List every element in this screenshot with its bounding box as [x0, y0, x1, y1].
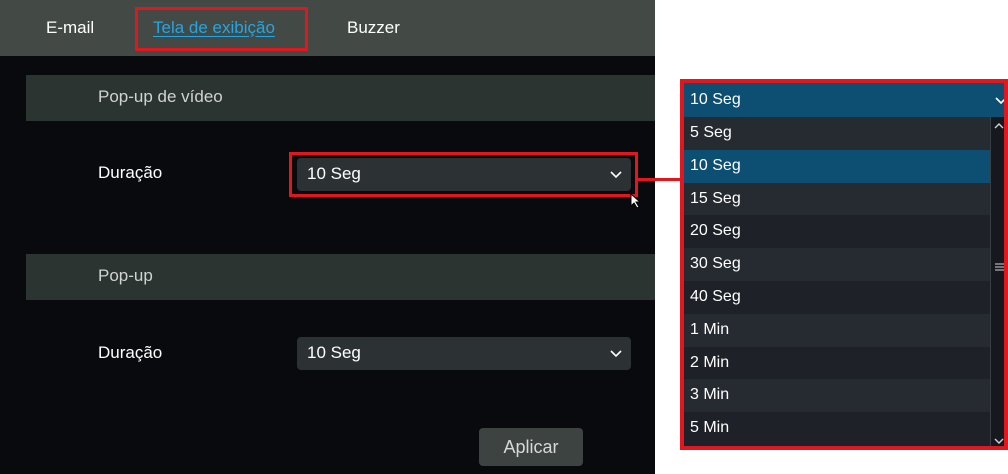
- dropdown-option[interactable]: 40 Seg: [684, 280, 990, 314]
- dropdown-option[interactable]: 5 Seg: [684, 117, 990, 150]
- chevron-down-icon: [995, 97, 1004, 105]
- duration-dropdown-expanded[interactable]: 10 Seg 5 Seg 10 Seg 15 Seg 20 Seg 30 Seg…: [680, 79, 1008, 450]
- tab-bar: E-mail Tela de exibição Buzzer: [0, 0, 655, 56]
- mouse-cursor-icon: [630, 193, 642, 209]
- tab-buzzer[interactable]: Buzzer: [347, 16, 400, 40]
- dropdown-option[interactable]: 20 Seg: [684, 215, 990, 249]
- popup-duration-select[interactable]: 10 Seg: [297, 337, 631, 370]
- dropdown-option[interactable]: 5 Min: [684, 412, 990, 445]
- video-popup-section-header: Pop-up de vídeo: [26, 75, 655, 121]
- dropdown-option[interactable]: 1 Min: [684, 313, 990, 347]
- dropdown-option[interactable]: 3 Min: [684, 379, 990, 413]
- chevron-down-icon: [610, 350, 622, 358]
- popup-title: Pop-up: [98, 266, 153, 285]
- dropdown-option[interactable]: 30 Seg: [684, 248, 990, 281]
- popup-section-header: Pop-up: [26, 254, 655, 300]
- chevron-down-icon[interactable]: [993, 435, 1005, 447]
- dropdown-options: 5 Seg 10 Seg 15 Seg 20 Seg 30 Seg 40 Seg…: [684, 117, 990, 445]
- apply-button[interactable]: Aplicar: [479, 428, 583, 466]
- dropdown-scrollbar[interactable]: [990, 117, 1005, 447]
- callout-connector: [638, 178, 682, 181]
- dropdown-selected-value: 10 Seg: [690, 91, 741, 108]
- tab-email[interactable]: E-mail: [46, 16, 94, 40]
- dropdown-option[interactable]: 2 Min: [684, 346, 990, 380]
- video-popup-duration-label: Duração: [98, 163, 163, 182]
- dropdown-option[interactable]: 15 Seg: [684, 182, 990, 216]
- settings-panel: E-mail Tela de exibição Buzzer Pop-up de…: [0, 0, 655, 474]
- chevron-up-icon[interactable]: [993, 120, 1005, 132]
- popup-duration-label: Duração: [98, 343, 163, 362]
- scroll-grip-icon[interactable]: [994, 262, 1005, 272]
- dropdown-header[interactable]: 10 Seg: [684, 83, 1004, 117]
- video-popup-title: Pop-up de vídeo: [98, 87, 223, 106]
- popup-duration-value: 10 Seg: [307, 343, 361, 362]
- dropdown-option-selected[interactable]: 10 Seg: [684, 149, 990, 183]
- select-highlight: [289, 152, 638, 197]
- active-tab-highlight: [135, 7, 308, 51]
